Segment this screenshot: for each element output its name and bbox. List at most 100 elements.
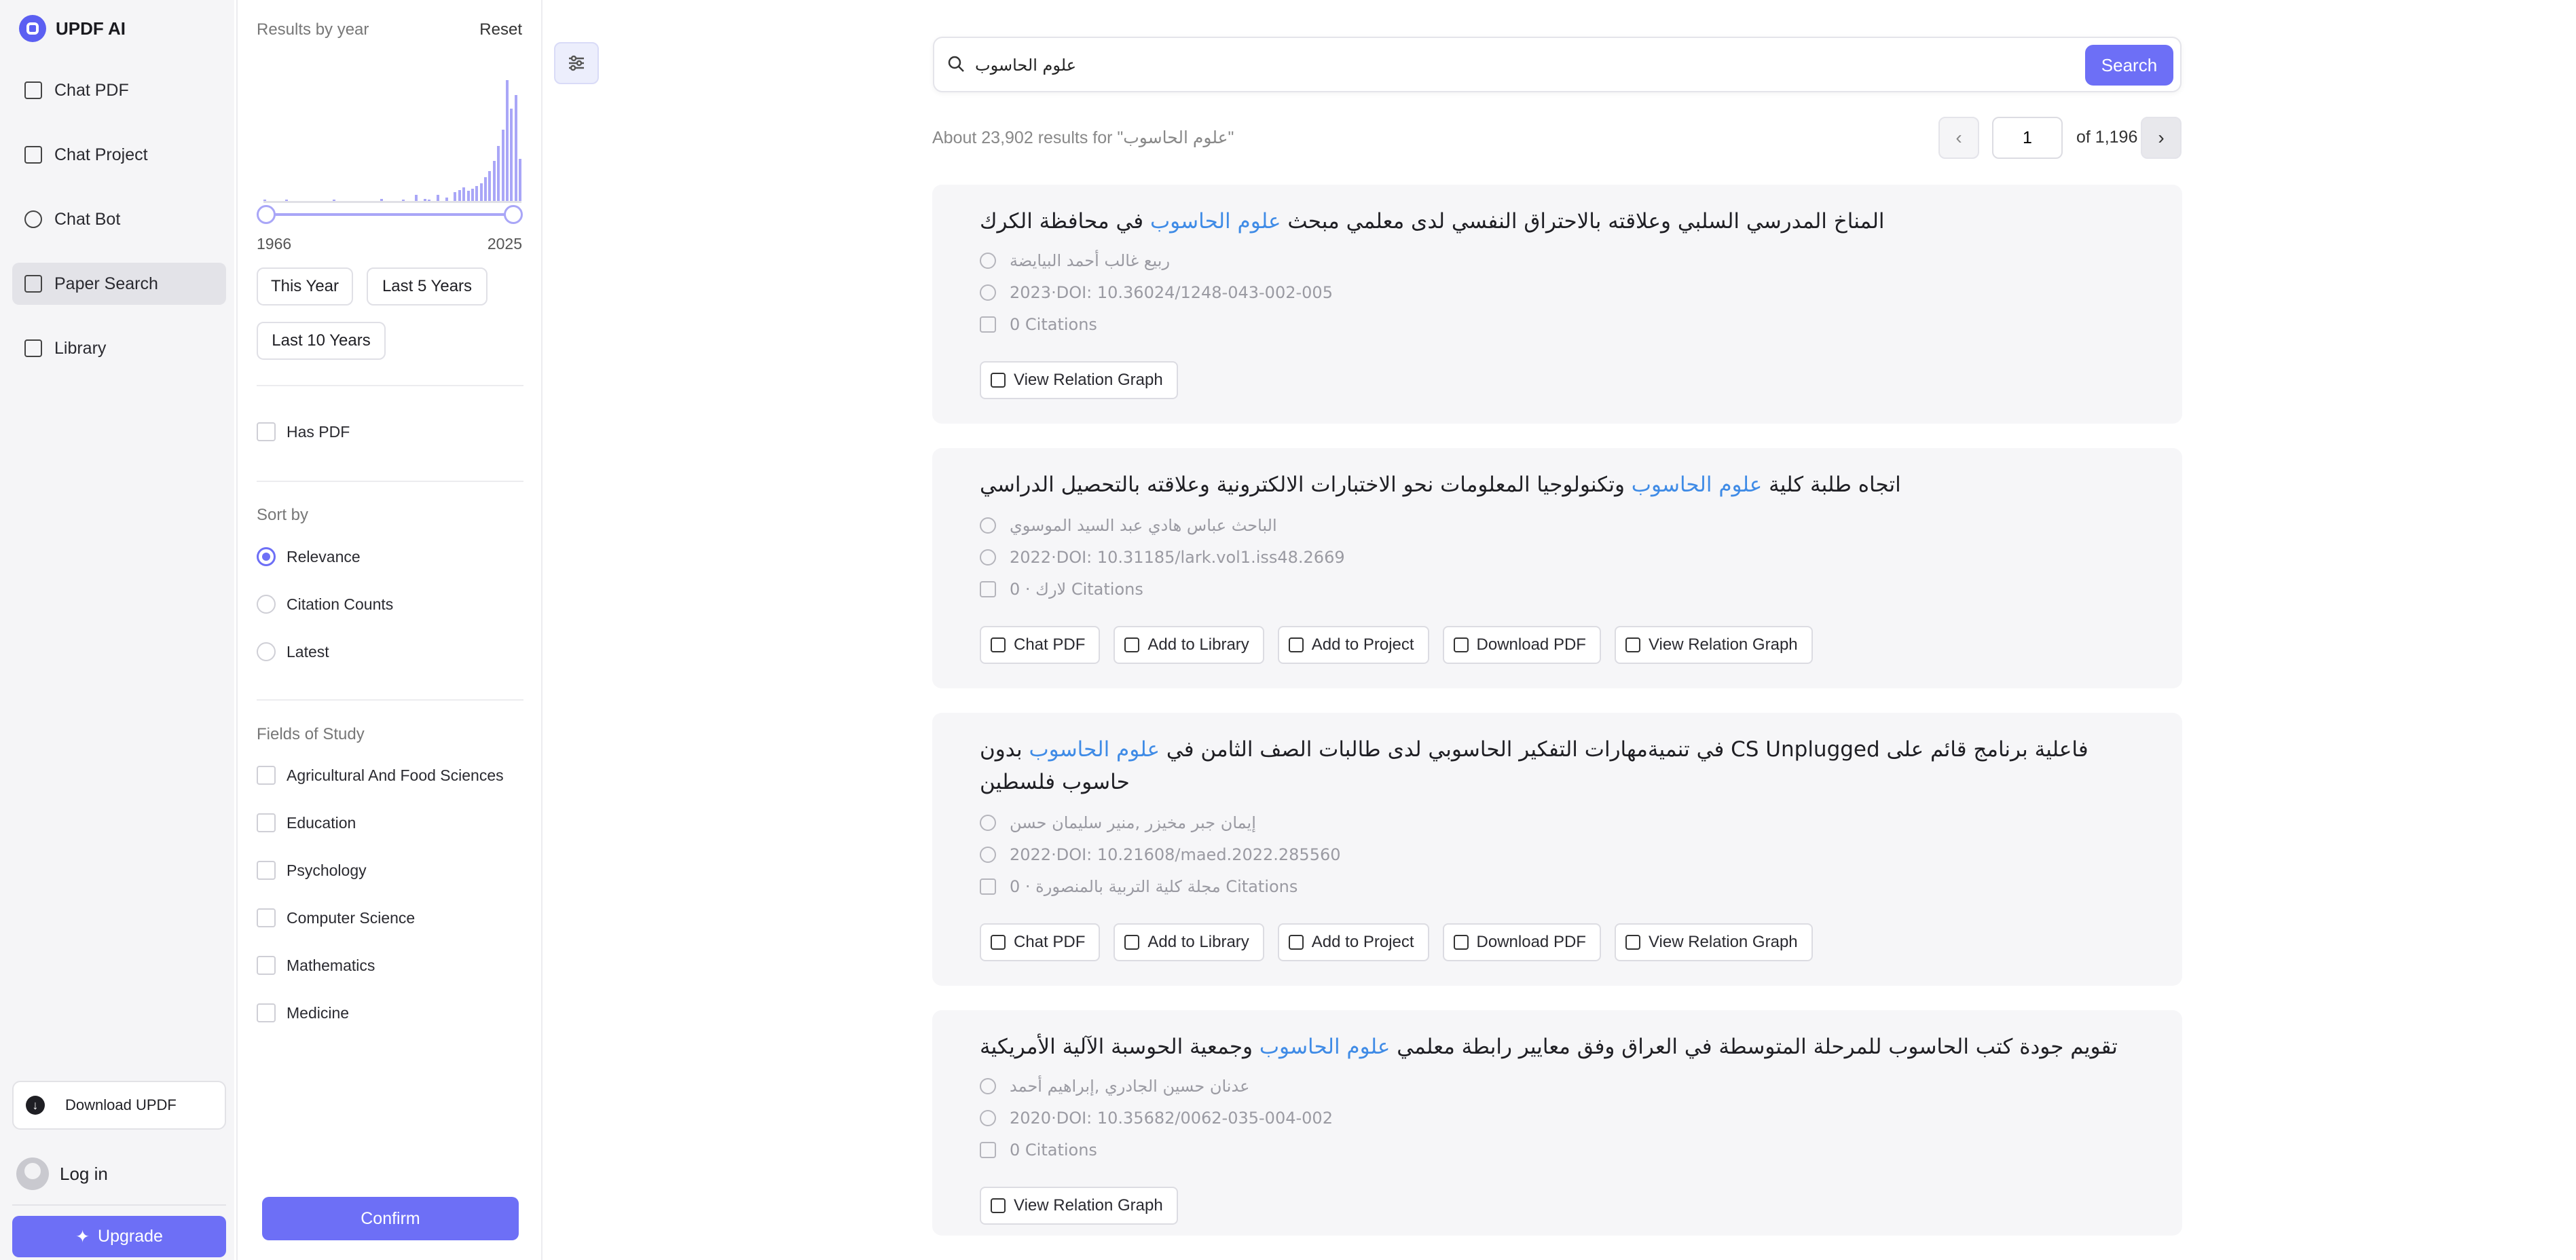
sidebar-item-chat-bot[interactable]: Chat Bot xyxy=(12,198,226,240)
view-relation-graph-button[interactable]: View Relation Graph xyxy=(1614,923,1813,961)
clock-icon xyxy=(980,284,996,301)
title-highlight: علوم الحاسوب xyxy=(1029,737,1160,762)
last-10-years-button[interactable]: Last 10 Years xyxy=(257,322,386,360)
year-doi: 2022·DOI: 10.31185/lark.vol1.iss48.2669 xyxy=(1010,548,1345,567)
year-doi: 2023·DOI: 10.36024/1248-043-002-005 xyxy=(1010,283,1333,302)
sidebar-item-paper-search[interactable]: Paper Search xyxy=(12,263,226,305)
field-medicine-checkbox[interactable]: Medicine xyxy=(257,1003,349,1022)
last-5-years-button[interactable]: Last 5 Years xyxy=(367,267,487,305)
view-relation-graph-button[interactable]: View Relation Graph xyxy=(1614,626,1813,664)
title-text: تقويم جودة كتب الحاسوب للمرحلة المتوسطة … xyxy=(1390,1035,2118,1059)
radio[interactable] xyxy=(257,595,276,614)
sparkle-icon: ✦ xyxy=(75,1227,90,1246)
search-input[interactable] xyxy=(975,50,1926,80)
sort-relevance-radio[interactable]: Relevance xyxy=(257,547,361,566)
chat-project-icon xyxy=(24,146,42,164)
action-label: View Relation Graph xyxy=(1648,635,1798,654)
checkbox[interactable] xyxy=(257,766,276,785)
user-icon xyxy=(980,517,996,534)
search-button[interactable]: Search xyxy=(2085,45,2173,86)
this-year-button[interactable]: This Year xyxy=(257,267,353,305)
checkbox[interactable] xyxy=(257,956,276,975)
field-computer-science-checkbox[interactable]: Computer Science xyxy=(257,908,415,927)
login-button[interactable]: Log in xyxy=(16,1157,108,1190)
year-max-label: 2025 xyxy=(487,235,522,253)
sidebar-item-chat-pdf[interactable]: Chat PDF xyxy=(12,69,226,111)
prev-page-button[interactable]: ‹ xyxy=(1938,117,1979,159)
field-education-checkbox[interactable]: Education xyxy=(257,813,356,832)
graph-icon xyxy=(1625,935,1640,950)
confirm-button[interactable]: Confirm xyxy=(262,1197,519,1240)
view-relation-graph-button[interactable]: View Relation Graph xyxy=(980,361,1178,399)
next-page-button[interactable]: › xyxy=(2141,117,2182,159)
sidebar-item-label: Library xyxy=(54,338,107,358)
book-icon xyxy=(980,878,996,895)
sort-citation-counts-radio[interactable]: Citation Counts xyxy=(257,595,393,614)
chat-pdf-button[interactable]: Chat PDF xyxy=(980,626,1101,664)
add-to-library-button[interactable]: Add to Library xyxy=(1114,626,1264,664)
view-relation-graph-button[interactable]: View Relation Graph xyxy=(980,1187,1178,1225)
sliders-icon xyxy=(569,55,584,71)
user-icon xyxy=(980,1078,996,1094)
app-logo[interactable]: UPDF AI xyxy=(19,15,126,42)
clock-icon xyxy=(980,1110,996,1126)
action-label: View Relation Graph xyxy=(1014,1196,1163,1215)
field-label: Agricultural And Food Sciences xyxy=(287,766,504,784)
add-to-library-button[interactable]: Add to Library xyxy=(1114,923,1264,961)
authors: إيمان جبر مخيزر ,منير سليمان حسن xyxy=(1010,813,1256,832)
paper-title[interactable]: تقويم جودة كتب الحاسوب للمرحلة المتوسطة … xyxy=(980,1031,2161,1063)
year-doi: 2020·DOI: 10.35682/0062-035-004-002 xyxy=(1010,1109,1333,1128)
sidebar-item-label: Chat Project xyxy=(54,145,148,164)
field-mathematics-checkbox[interactable]: Mathematics xyxy=(257,956,375,975)
download-pdf-button[interactable]: Download PDF xyxy=(1442,923,1601,961)
paper-title[interactable]: اتجاه طلبة كلية علوم الحاسوب وتكنولوجيا … xyxy=(980,468,2161,501)
year-range-end-handle[interactable] xyxy=(504,205,523,224)
sidebar-item-chat-project[interactable]: Chat Project xyxy=(12,134,226,176)
download-pdf-button[interactable]: Download PDF xyxy=(1442,626,1601,664)
chat-pdf-icon xyxy=(991,935,1006,950)
sidebar-item-library[interactable]: Library xyxy=(12,327,226,369)
add-to-project-button[interactable]: Add to Project xyxy=(1277,923,1429,961)
checkbox[interactable] xyxy=(257,422,276,441)
field-label: Psychology xyxy=(287,861,367,879)
histogram-bar xyxy=(505,80,509,202)
field-psychology-checkbox[interactable]: Psychology xyxy=(257,861,367,880)
filter-toggle-button[interactable] xyxy=(554,42,599,84)
year-range-start-handle[interactable] xyxy=(257,205,276,224)
year-histogram xyxy=(263,75,521,202)
title-highlight: علوم الحاسوب xyxy=(1149,209,1281,234)
has-pdf-checkbox[interactable]: Has PDF xyxy=(257,422,350,441)
paper-title[interactable]: فاعلية برنامج قائم على CS Unplugged في ت… xyxy=(980,733,2161,798)
card-actions: View Relation Graph xyxy=(980,1187,1178,1225)
action-label: Add to Project xyxy=(1311,635,1414,654)
authors-row: إيمان جبر مخيزر ,منير سليمان حسن xyxy=(980,813,1256,832)
chat-pdf-icon xyxy=(24,81,42,99)
checkbox[interactable] xyxy=(257,908,276,927)
upgrade-button[interactable]: ✦ Upgrade xyxy=(12,1216,226,1257)
citations: 0 Citations xyxy=(1010,1141,1097,1160)
add-to-project-button[interactable]: Add to Project xyxy=(1277,626,1429,664)
radio[interactable] xyxy=(257,642,276,661)
sort-latest-radio[interactable]: Latest xyxy=(257,642,329,661)
title-text: وتكنولوجيا المعلومات نحو الاختبارات الال… xyxy=(980,472,1632,497)
reset-button[interactable]: Reset xyxy=(479,20,522,39)
chat-pdf-button[interactable]: Chat PDF xyxy=(980,923,1101,961)
graph-icon xyxy=(1625,637,1640,652)
field-label: Computer Science xyxy=(287,908,416,927)
paper-title[interactable]: المناخ المدرسي السلبي وعلاقته بالاحتراق … xyxy=(980,205,2161,238)
download-updf-button[interactable]: ↓ Download UPDF xyxy=(12,1081,226,1130)
paper-search-icon xyxy=(24,275,42,293)
radio-selected[interactable] xyxy=(257,547,276,566)
checkbox[interactable] xyxy=(257,861,276,880)
checkbox[interactable] xyxy=(257,813,276,832)
action-label: Chat PDF xyxy=(1014,933,1086,951)
field-agricultural-checkbox[interactable]: Agricultural And Food Sciences xyxy=(257,766,504,785)
title-highlight: علوم الحاسوب xyxy=(1631,472,1763,497)
action-label: Add to Library xyxy=(1147,933,1249,951)
sidebar-nav: Chat PDF Chat Project Chat Bot Paper Sea… xyxy=(12,69,226,392)
user-icon xyxy=(980,253,996,269)
year-range-track[interactable] xyxy=(266,213,516,216)
page-number-input[interactable] xyxy=(1992,117,2063,159)
checkbox[interactable] xyxy=(257,1003,276,1022)
year-doi-row: 2023·DOI: 10.36024/1248-043-002-005 xyxy=(980,283,1333,302)
